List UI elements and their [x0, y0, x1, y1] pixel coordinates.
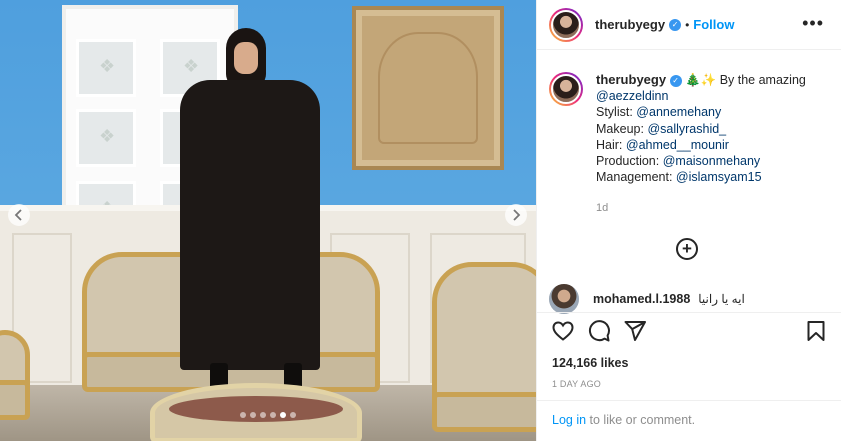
- carousel-dot-active: [280, 412, 286, 418]
- carousel-next-button[interactable]: [505, 204, 527, 226]
- caption-label: Stylist:: [596, 105, 633, 120]
- caption-label: Production:: [596, 154, 660, 169]
- caption-avatar[interactable]: [549, 72, 583, 106]
- chevron-left-icon: [14, 209, 22, 221]
- plus-circle-icon: +: [682, 239, 692, 258]
- save-button[interactable]: [804, 319, 828, 343]
- carousel-dot: [290, 412, 296, 418]
- action-bar: [537, 312, 841, 348]
- like-button[interactable]: [551, 319, 575, 343]
- comment-text: ايه يا رانيا: [698, 292, 745, 306]
- load-more-comments-button[interactable]: +: [676, 238, 698, 260]
- caption-username[interactable]: therubyegy: [596, 72, 666, 87]
- carousel-dot: [270, 412, 276, 418]
- likes-count[interactable]: 124,166 likes: [552, 356, 628, 370]
- carousel-dot: [250, 412, 256, 418]
- follow-button[interactable]: Follow: [693, 17, 734, 32]
- heart-icon: [552, 321, 574, 341]
- mention-link[interactable]: @aezzeldinn: [596, 89, 668, 103]
- mention-link[interactable]: @ahmed__mounir: [626, 138, 729, 152]
- mention-link[interactable]: @sallyrashid_: [647, 122, 726, 136]
- login-link[interactable]: Log in: [552, 413, 586, 427]
- comment-username[interactable]: mohamed.l.1988: [593, 292, 690, 306]
- tree-emoji: 🎄: [685, 73, 701, 87]
- header-separator: •: [685, 17, 690, 32]
- caption-label: Makeup:: [596, 121, 644, 136]
- share-button[interactable]: [623, 319, 647, 343]
- sparkles-emoji: ✨: [700, 73, 717, 87]
- comment-item: mohamed.l.1988 ايه يا رانيا: [549, 284, 834, 314]
- photo-chair-left: [0, 330, 30, 420]
- photo-person: [180, 28, 320, 408]
- avatar[interactable]: [549, 7, 583, 42]
- mention-link[interactable]: @islamsyam15: [676, 170, 762, 184]
- post-header: therubyegy ✓ • Follow •••: [537, 0, 841, 50]
- comment-bubble-icon: [588, 320, 610, 342]
- mention-link[interactable]: @annemehany: [636, 105, 721, 119]
- post-date[interactable]: 1 DAY AGO: [552, 379, 601, 389]
- comment-button[interactable]: [587, 319, 611, 343]
- carousel-dot: [260, 412, 266, 418]
- caption-intro: By the amazing: [719, 73, 806, 87]
- comment-avatar[interactable]: [549, 284, 579, 314]
- chevron-right-icon: [513, 209, 521, 221]
- post-side-panel: therubyegy ✓ • Follow ••• therubyegy ✓ 🎄…: [536, 0, 841, 441]
- verified-badge-icon: ✓: [669, 74, 682, 87]
- carousel-dot: [240, 412, 246, 418]
- login-prompt-text: to like or comment.: [586, 413, 696, 427]
- caption-label: Management:: [596, 170, 673, 185]
- photo-tapestry: [352, 6, 504, 170]
- more-options-button[interactable]: •••: [802, 14, 824, 32]
- login-prompt: Log in to like or comment.: [537, 400, 841, 441]
- verified-badge-icon: ✓: [669, 18, 682, 31]
- post-photo: [0, 0, 536, 441]
- caption-label: Hair:: [596, 137, 623, 152]
- mention-link[interactable]: @maisonmehany: [663, 154, 760, 168]
- carousel-prev-button[interactable]: [8, 204, 30, 226]
- carousel-dots: [240, 412, 296, 418]
- caption-body: therubyegy ✓ 🎄✨ By the amazing @aezzeldi…: [596, 72, 806, 185]
- caption-time-ago: 1d: [596, 202, 609, 214]
- bookmark-icon: [807, 321, 825, 341]
- paper-plane-icon: [624, 321, 646, 341]
- photo-armchair-right: [432, 262, 536, 432]
- post-username[interactable]: therubyegy: [595, 17, 665, 32]
- post-caption: therubyegy ✓ 🎄✨ By the amazing @aezzeldi…: [549, 72, 834, 185]
